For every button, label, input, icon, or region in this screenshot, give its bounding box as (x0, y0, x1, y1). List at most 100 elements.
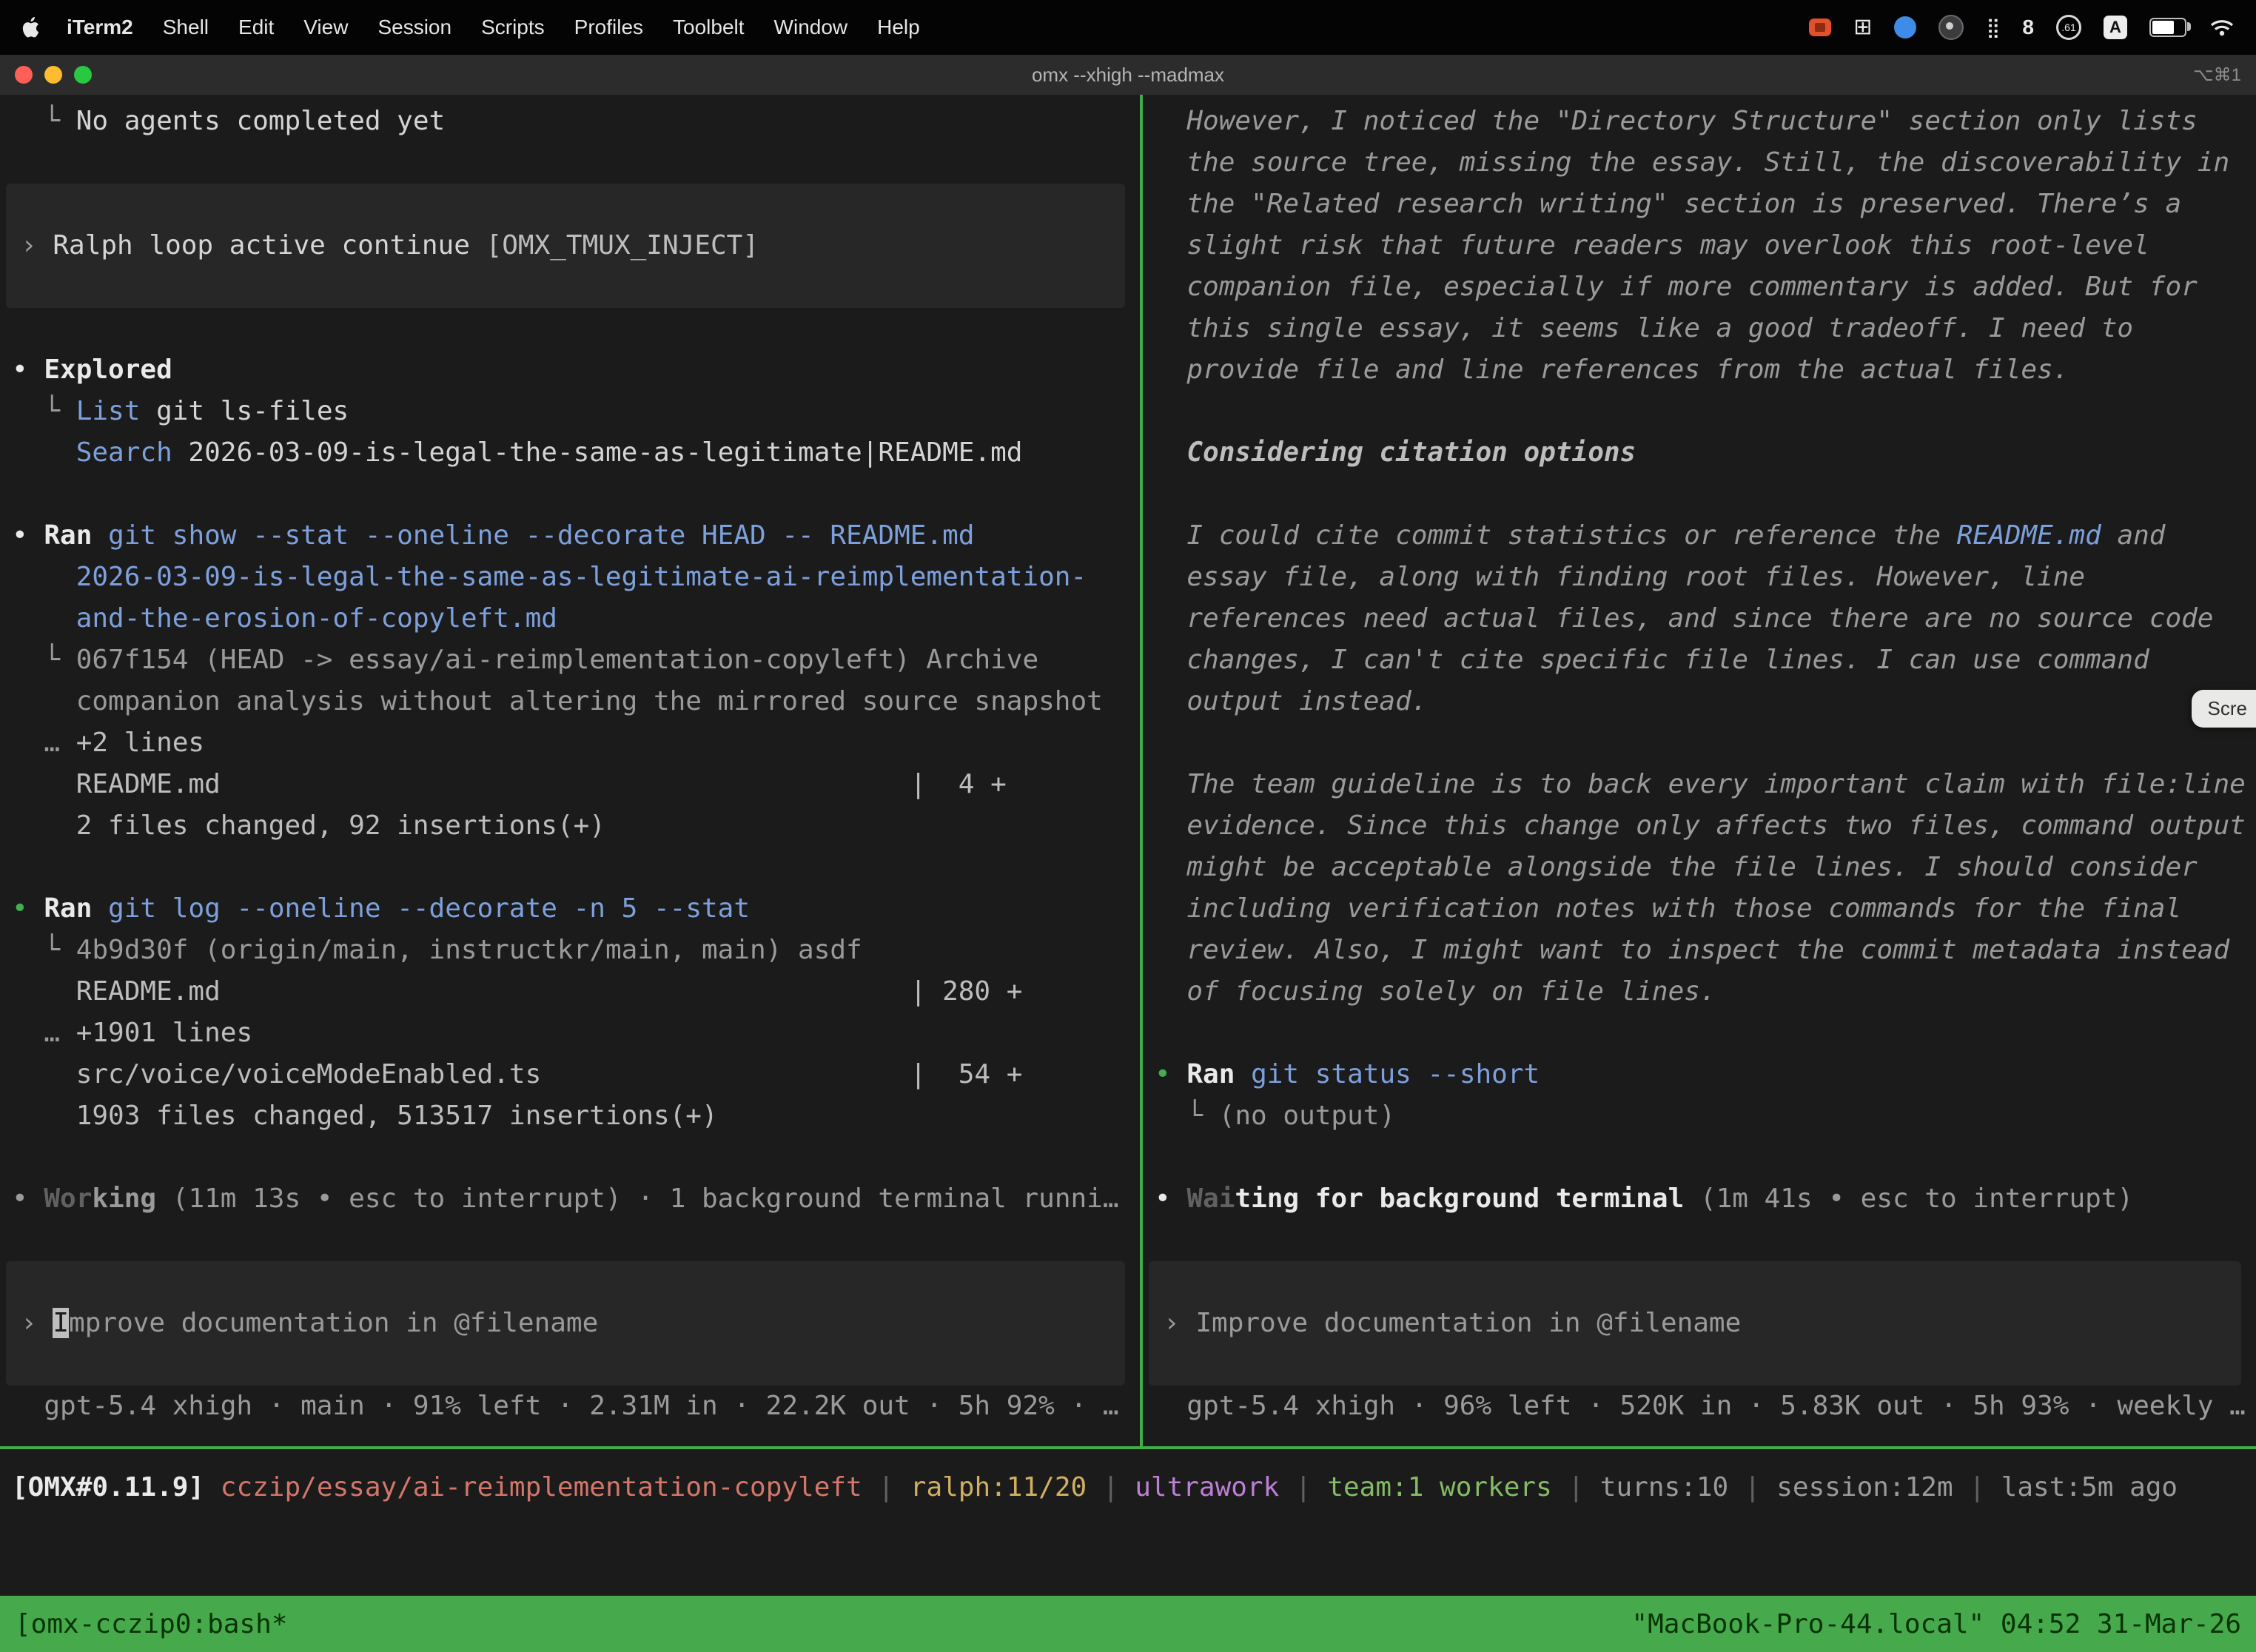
terminal-text-segment: src/voice/voiceModeEnabled.ts | 54 + (12, 1059, 1022, 1089)
terminal-text-segment: might be acceptable alongside the file l… (1155, 852, 2198, 882)
terminal-line: • Waiting for background terminal (1m 41… (1155, 1178, 2256, 1220)
terminal-text-segment: The team guideline is to back every impo… (1155, 769, 2246, 799)
terminal-text-segment: | (1953, 1472, 2001, 1502)
wifi-icon[interactable] (2209, 18, 2235, 37)
terminal-line: of focusing solely on file lines. (1155, 971, 2256, 1013)
window-title: omx --xhigh --madmax (0, 64, 2256, 87)
screen-mirroring-icon[interactable]: ⣿ (1986, 18, 2000, 37)
screen-recording-indicator-icon[interactable] (1809, 19, 1831, 36)
terminal-line: └ (no output) (1155, 1095, 2256, 1137)
blank-line (12, 142, 1140, 184)
terminal-line: 2 files changed, 92 insertions(+) (12, 805, 1140, 847)
terminal-text-segment: 2026-03-09-is-legal-the-same-as-legitima… (12, 562, 1087, 592)
terminal-text-segment: session:12m (1776, 1472, 1953, 1502)
menu-item-iterm2[interactable]: iTerm2 (52, 16, 148, 39)
terminal-text-segment: ultrawork (1135, 1472, 1279, 1502)
tmux-host-clock: "MacBook-Pro-44.local" 04:52 31-Mar-26 (1631, 1609, 2241, 1639)
terminal-text-segment: and-the-erosion-of-copyleft.md (12, 603, 557, 634)
status-circle-icon[interactable]: .61 (2056, 15, 2081, 40)
prompt-input-left[interactable]: › Improve documentation in @filename (6, 1261, 1125, 1386)
terminal-line: • Ran git log --oneline --decorate -n 5 … (12, 888, 1140, 930)
blank-line (1155, 391, 2256, 432)
terminal-text-segment: +2 lines (76, 728, 204, 758)
blank-line (12, 308, 1140, 349)
terminal-text-segment: 067f154 (HEAD -> essay/ai-reimplementati… (76, 645, 1038, 675)
menu-item-profiles[interactable]: Profiles (560, 16, 658, 39)
terminal-text-segment: Explored (44, 355, 172, 385)
screen-share-notification[interactable]: Scre (2192, 690, 2256, 728)
zoom-button[interactable] (74, 66, 92, 84)
minimize-button[interactable] (44, 66, 62, 84)
close-button[interactable] (15, 66, 33, 84)
terminal-text-segment: 4b9d30f (origin/main, instructkr/main, m… (76, 935, 862, 965)
blank-line (1155, 474, 2256, 515)
terminal-text-segment: • (12, 520, 44, 551)
terminal-text-segment: [OMX_TMUX_INJECT] (486, 230, 759, 261)
tmux-status-bar: [omx-cczip0:bash* "MacBook-Pro-44.local"… (0, 1596, 2256, 1652)
terminal-line: └ 4b9d30f (origin/main, instructkr/main,… (12, 930, 1140, 971)
terminal-text-segment: evidence. Since this change only affects… (1155, 810, 2246, 841)
terminal-text-segment: └ (12, 645, 76, 675)
terminal-text-segment: … (12, 728, 76, 758)
terminal-text-segment: turns:10 (1600, 1472, 1728, 1502)
terminal-line: 1903 files changed, 513517 insertions(+) (12, 1095, 1140, 1137)
terminal-line: companion analysis without altering the … (12, 681, 1140, 722)
apple-menu-icon[interactable] (21, 16, 43, 38)
terminal-text-segment: (11m 13s • esc to interrupt) · 1 backgro… (156, 1183, 1118, 1214)
terminal-text-segment: the "Related research writing" section i… (1155, 189, 2181, 219)
terminal-line: provide file and line references from th… (1155, 349, 2256, 391)
terminal-line: src/voice/voiceModeEnabled.ts | 54 + (12, 1054, 1140, 1095)
battery-fill (2152, 21, 2174, 34)
input-source-icon[interactable]: A (2104, 16, 2127, 39)
title-bar: omx --xhigh --madmax ⌥⌘1 (0, 55, 2256, 95)
terminal-line: and-the-erosion-of-copyleft.md (12, 598, 1140, 639)
terminal-line: the "Related research writing" section i… (1155, 184, 2256, 225)
terminal-text-segment: provide file and line references from th… (1155, 355, 2069, 385)
window-grid-icon[interactable]: ⊞ (1853, 16, 1872, 38)
window-controls (0, 66, 92, 84)
terminal-text-segment: Search (76, 437, 172, 468)
menu-item-toolbelt[interactable]: Toolbelt (658, 16, 759, 39)
terminal-line: Search 2026-03-09-is-legal-the-same-as-l… (12, 432, 1140, 474)
terminal-line: the source tree, missing the essay. Stil… (1155, 142, 2256, 184)
ralph-loop-banner[interactable]: › Ralph loop active continue [OMX_TMUX_I… (6, 184, 1125, 308)
menu-item-shell[interactable]: Shell (148, 16, 224, 39)
dark-app-icon[interactable] (1938, 15, 1964, 40)
terminal-text-segment (1235, 1059, 1251, 1089)
menu-bar: iTerm2ShellEditViewSessionScriptsProfile… (0, 0, 2256, 55)
terminal-line: review. Also, I might want to inspect th… (1155, 930, 2256, 971)
menu-item-session[interactable]: Session (363, 16, 466, 39)
blank-line (1155, 1013, 2256, 1054)
terminal-text-segment: 1903 files changed, 513517 insertions(+) (12, 1101, 718, 1131)
terminal-text-segment (204, 1472, 221, 1502)
terminal-text-segment: └ (12, 106, 76, 136)
menu-item-view[interactable]: View (289, 16, 363, 39)
keyboard-layout-icon[interactable]: 8 (2022, 17, 2034, 38)
terminal-line: … +2 lines (12, 722, 1140, 764)
terminal-text-segment: › (21, 230, 53, 261)
terminal-text-segment: | (1087, 1472, 1135, 1502)
terminal-text-segment: the source tree, missing the essay. Stil… (1155, 147, 2229, 178)
pane-left[interactable]: └ No agents completed yet › Ralph loop ac… (0, 95, 1140, 1446)
menu-item-window[interactable]: Window (759, 16, 863, 39)
terminal-line: › Ralph loop active continue [OMX_TMUX_I… (21, 225, 759, 266)
prompt-input-right[interactable]: › Improve documentation in @filename (1149, 1261, 2241, 1386)
blue-app-icon[interactable] (1894, 16, 1916, 38)
terminal-text-segment: • (12, 1183, 44, 1214)
terminal-line: • Explored (12, 349, 1140, 391)
terminal-line: • Ran git show --stat --oneline --decora… (12, 515, 1140, 557)
terminal-line: evidence. Since this change only affects… (1155, 805, 2256, 847)
terminal-text-segment: └ (12, 396, 76, 426)
terminal-line: └ No agents completed yet (12, 101, 1140, 142)
terminal-text-segment: Wor (44, 1183, 92, 1214)
battery-icon[interactable] (2149, 18, 2186, 37)
terminal-text-segment: | (1279, 1472, 1327, 1502)
terminal-text-segment: [OMX#0.11.9] (12, 1472, 204, 1502)
terminal-text-segment (92, 520, 108, 551)
terminal-text-segment: Ran (44, 520, 92, 551)
menu-item-edit[interactable]: Edit (224, 16, 289, 39)
menu-item-scripts[interactable]: Scripts (466, 16, 560, 39)
menu-item-help[interactable]: Help (862, 16, 935, 39)
terminal-text-segment: | (862, 1472, 910, 1502)
pane-right[interactable]: However, I noticed the "Directory Struct… (1143, 95, 2256, 1446)
